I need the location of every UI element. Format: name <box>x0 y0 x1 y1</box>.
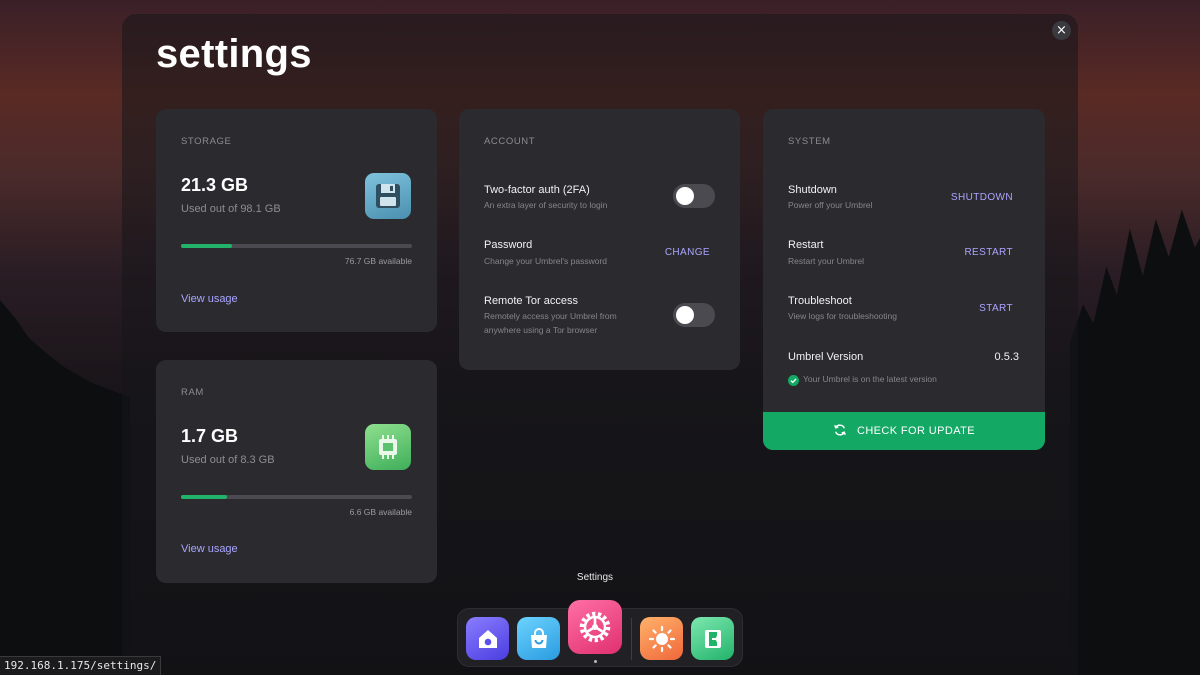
version-status: Your Umbrel is on the latest version <box>803 374 937 384</box>
ram-used-value: 1.7 GB <box>181 426 239 446</box>
check-circle-icon <box>788 373 799 386</box>
toggle-knob <box>676 187 694 205</box>
page-title: settings <box>156 32 312 76</box>
troubleshoot-sub: View logs for troubleshooting <box>788 311 897 321</box>
restart-button[interactable]: RESTART <box>913 247 1013 258</box>
tor-access-title: Remote Tor access <box>484 295 578 307</box>
tor-access-toggle[interactable] <box>673 303 715 327</box>
forest-silhouette-left <box>0 300 130 675</box>
check-for-update-button[interactable]: CHECK FOR UPDATE <box>763 412 1045 450</box>
troubleshoot-start-button[interactable]: START <box>913 303 1013 314</box>
gear-icon <box>579 611 611 643</box>
dock-item-widgets[interactable] <box>691 617 734 660</box>
home-icon <box>478 629 497 648</box>
toggle-knob <box>676 306 694 324</box>
two-factor-toggle[interactable] <box>673 184 715 208</box>
storage-usage-fill <box>181 244 232 248</box>
status-bar-url: 192.168.1.175/settings/ <box>0 656 162 675</box>
change-password-button[interactable]: CHANGE <box>640 247 710 258</box>
version-value: 0.5.3 <box>994 351 1019 363</box>
ram-label: RAM <box>181 387 204 398</box>
ram-available: 6.6 GB available <box>349 507 412 517</box>
system-label: SYSTEM <box>788 136 831 147</box>
dock-separator <box>631 618 632 660</box>
shopping-bag-icon <box>530 627 547 648</box>
refresh-icon <box>833 423 847 440</box>
dock-item-live-usage[interactable] <box>640 617 683 660</box>
account-label: ACCOUNT <box>484 136 536 147</box>
ram-used-sub: Used out of 8.3 GB <box>181 454 275 466</box>
ram-usage-bar <box>181 495 412 499</box>
shutdown-button[interactable]: SHUTDOWN <box>913 192 1013 203</box>
troubleshoot-title: Troubleshoot <box>788 295 852 307</box>
dock-active-indicator <box>594 660 597 663</box>
dock-item-home[interactable] <box>466 617 509 660</box>
system-card <box>763 109 1045 450</box>
forest-silhouette-right <box>1070 209 1200 675</box>
storage-usage-bar <box>181 244 412 248</box>
tor-access-sub: Remotely access your Umbrel from anywher… <box>484 311 617 335</box>
storage-view-usage-link[interactable]: View usage <box>181 293 238 305</box>
shutdown-title: Shutdown <box>788 184 837 196</box>
storage-used-value: 21.3 GB <box>181 175 249 195</box>
storage-label: STORAGE <box>181 136 232 147</box>
memory-chip-icon <box>365 424 411 470</box>
sun-icon <box>648 625 675 652</box>
password-title: Password <box>484 239 533 251</box>
check-for-update-label: CHECK FOR UPDATE <box>856 425 976 437</box>
close-icon: × <box>1056 23 1067 38</box>
password-sub: Change your Umbrel's password <box>484 256 608 266</box>
restart-title: Restart <box>788 239 824 251</box>
shutdown-sub: Power off your Umbrel <box>788 200 873 210</box>
storage-used-sub: Used out of 98.1 GB <box>181 203 281 215</box>
dock-tooltip: Settings <box>576 572 614 583</box>
two-factor-sub: An extra layer of security to login <box>484 200 608 210</box>
two-factor-title: Two-factor auth (2FA) <box>484 184 590 196</box>
dock-item-settings[interactable] <box>568 600 622 654</box>
dock-item-app-store[interactable] <box>517 617 560 660</box>
close-button[interactable]: × <box>1052 21 1071 40</box>
exit-door-icon <box>704 629 721 648</box>
version-label: Umbrel Version <box>788 351 864 363</box>
ram-usage-fill <box>181 495 228 499</box>
ram-view-usage-link[interactable]: View usage <box>181 543 238 555</box>
restart-sub: Restart your Umbrel <box>788 256 865 266</box>
storage-available: 76.7 GB available <box>344 256 412 266</box>
floppy-disk-icon <box>365 173 411 219</box>
